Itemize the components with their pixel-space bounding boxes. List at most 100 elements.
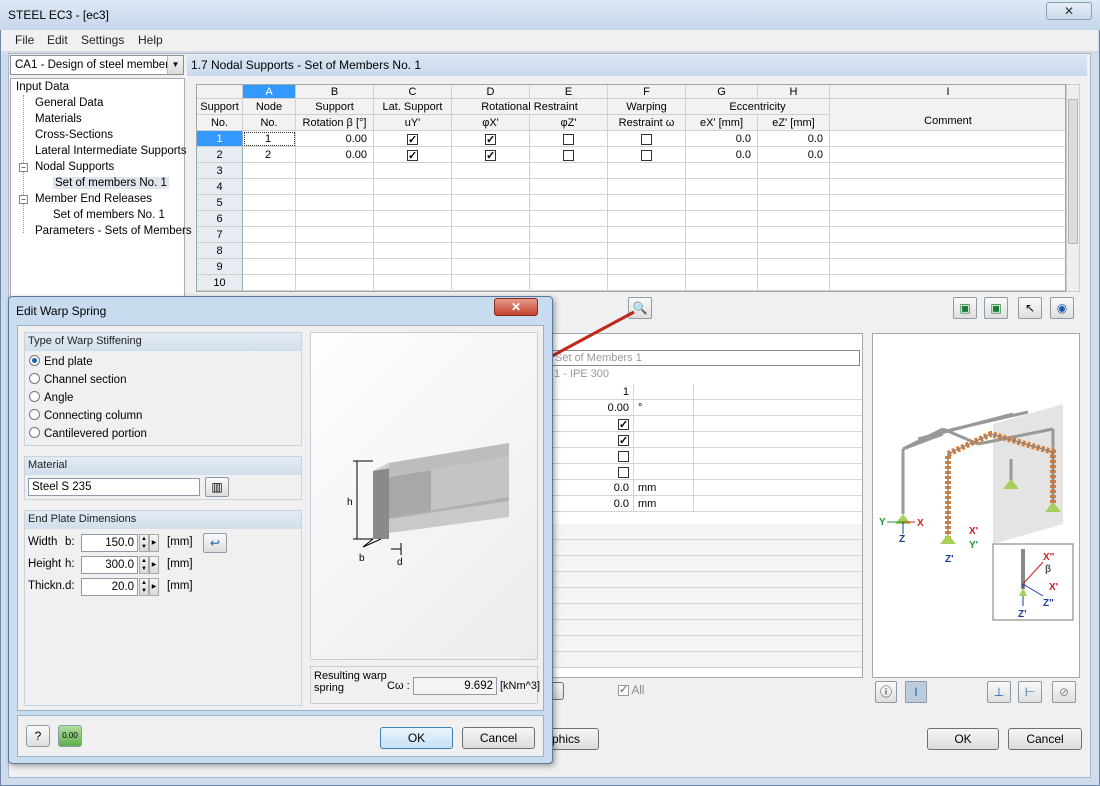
collapse-icon[interactable]: − bbox=[19, 163, 28, 172]
table-cell[interactable] bbox=[758, 227, 830, 243]
table-cell[interactable] bbox=[530, 147, 608, 163]
table-cell[interactable] bbox=[830, 259, 1065, 275]
table-cell[interactable] bbox=[374, 227, 452, 243]
menu-file[interactable]: File bbox=[15, 33, 34, 47]
tree-root[interactable]: Input Data bbox=[16, 81, 69, 93]
table-cell[interactable] bbox=[452, 195, 530, 211]
table-cell[interactable] bbox=[758, 259, 830, 275]
table-cell[interactable] bbox=[374, 163, 452, 179]
table-cell[interactable]: 0.0 bbox=[758, 131, 830, 147]
detail-value[interactable] bbox=[546, 432, 634, 449]
table-cell[interactable] bbox=[686, 195, 758, 211]
detail-value[interactable] bbox=[546, 464, 634, 480]
zoom-off-icon[interactable]: ⊘ bbox=[1052, 681, 1076, 703]
table-cell[interactable] bbox=[243, 179, 296, 195]
table-cell[interactable] bbox=[830, 179, 1065, 195]
table-cell[interactable] bbox=[530, 243, 608, 259]
radio-icon[interactable] bbox=[29, 391, 40, 402]
table-cell[interactable] bbox=[830, 163, 1065, 179]
spin-right-icon[interactable]: ▶ bbox=[149, 534, 159, 552]
table-cell[interactable] bbox=[686, 179, 758, 195]
menu-settings[interactable]: Settings bbox=[81, 33, 124, 47]
dim-input[interactable]: 150.0 bbox=[81, 534, 138, 552]
table-cell[interactable] bbox=[530, 275, 608, 291]
table-cell[interactable] bbox=[758, 243, 830, 259]
table-cell[interactable] bbox=[296, 275, 374, 291]
spin-icon[interactable]: ▲ ▼ bbox=[139, 534, 149, 552]
detail-checkbox[interactable] bbox=[618, 450, 629, 462]
material-field[interactable]: Steel S 235 bbox=[28, 478, 200, 496]
radio-icon[interactable] bbox=[29, 373, 40, 384]
table-cell[interactable]: 1 bbox=[243, 131, 296, 147]
module-combo[interactable]: CA1 - Design of steel members a bbox=[10, 55, 184, 75]
table-cell[interactable] bbox=[686, 227, 758, 243]
radio-type-4[interactable]: Cantilevered portion bbox=[29, 427, 147, 440]
table-cell[interactable] bbox=[296, 227, 374, 243]
table-cell[interactable] bbox=[374, 131, 452, 147]
table-cell[interactable] bbox=[830, 211, 1065, 227]
radio-type-0[interactable]: End plate bbox=[29, 355, 93, 368]
table-cell[interactable] bbox=[530, 179, 608, 195]
table-cell[interactable] bbox=[452, 163, 530, 179]
table-cell[interactable]: 2 bbox=[243, 147, 296, 163]
table-cell[interactable] bbox=[374, 211, 452, 227]
dialog-close-button[interactable]: ✕ bbox=[494, 298, 538, 316]
detail-checkbox[interactable] bbox=[618, 417, 629, 433]
table-cell[interactable] bbox=[686, 259, 758, 275]
spin-right-icon[interactable]: ▶ bbox=[149, 556, 159, 574]
all-checkbox[interactable]: All bbox=[618, 683, 644, 697]
section-info-icon[interactable]: I bbox=[905, 681, 927, 703]
table-cell[interactable] bbox=[374, 259, 452, 275]
table-cell[interactable] bbox=[530, 195, 608, 211]
table-cell[interactable] bbox=[452, 131, 530, 147]
select-pointer-icon[interactable]: ↖ bbox=[1018, 297, 1042, 319]
detail-value[interactable] bbox=[546, 448, 634, 464]
table-cell[interactable] bbox=[830, 147, 1065, 163]
table-cell[interactable] bbox=[296, 243, 374, 259]
table-cell[interactable]: 0.0 bbox=[686, 147, 758, 163]
tree-item-general-data[interactable]: General Data bbox=[35, 97, 103, 109]
table-cell[interactable] bbox=[608, 131, 686, 147]
table-cell[interactable] bbox=[608, 211, 686, 227]
table-cell[interactable] bbox=[452, 275, 530, 291]
table-cell[interactable] bbox=[296, 163, 374, 179]
table-cell[interactable] bbox=[243, 243, 296, 259]
menu-edit[interactable]: Edit bbox=[47, 33, 68, 47]
info-icon[interactable]: ⓘ bbox=[875, 681, 897, 703]
table-cell[interactable] bbox=[608, 147, 686, 163]
table-cell[interactable] bbox=[374, 275, 452, 291]
radio-type-3[interactable]: Connecting column bbox=[29, 409, 142, 422]
import-excel-icon[interactable]: ▣ bbox=[984, 297, 1008, 319]
view-icon[interactable]: ◉ bbox=[1050, 297, 1074, 319]
table-cell[interactable] bbox=[296, 259, 374, 275]
detail-checkbox[interactable] bbox=[618, 433, 629, 449]
help-icon[interactable]: ? bbox=[26, 725, 50, 747]
detail-value[interactable]: 0.0 bbox=[546, 480, 634, 496]
main-ok-button[interactable]: OK bbox=[927, 728, 999, 750]
export-excel-icon[interactable]: ▣ bbox=[953, 297, 977, 319]
table-cell[interactable] bbox=[452, 227, 530, 243]
table-cell[interactable] bbox=[608, 259, 686, 275]
tree-item-lateral-supports[interactable]: Lateral Intermediate Supports bbox=[35, 145, 187, 157]
checkbox[interactable] bbox=[641, 149, 652, 161]
table-cell[interactable] bbox=[243, 275, 296, 291]
table-cell[interactable] bbox=[374, 243, 452, 259]
table-cell[interactable] bbox=[243, 163, 296, 179]
table-cell[interactable] bbox=[452, 147, 530, 163]
detail-value[interactable] bbox=[546, 416, 634, 433]
table-cell[interactable] bbox=[243, 211, 296, 227]
table-cell[interactable] bbox=[830, 275, 1065, 291]
table-cell[interactable] bbox=[452, 211, 530, 227]
table-cell[interactable] bbox=[758, 179, 830, 195]
dim-input[interactable]: 300.0 bbox=[81, 556, 138, 574]
table-cell[interactable] bbox=[608, 275, 686, 291]
checkbox[interactable] bbox=[485, 148, 496, 162]
table-cell[interactable] bbox=[296, 195, 374, 211]
table-cell[interactable] bbox=[243, 259, 296, 275]
material-library-icon[interactable]: ▥ bbox=[205, 477, 229, 497]
radio-icon[interactable] bbox=[29, 427, 40, 438]
table-cell[interactable] bbox=[452, 259, 530, 275]
dim-input[interactable]: 20.0 bbox=[81, 578, 138, 596]
chevron-down-icon[interactable]: ▼ bbox=[167, 56, 183, 74]
table-cell[interactable] bbox=[830, 131, 1065, 147]
